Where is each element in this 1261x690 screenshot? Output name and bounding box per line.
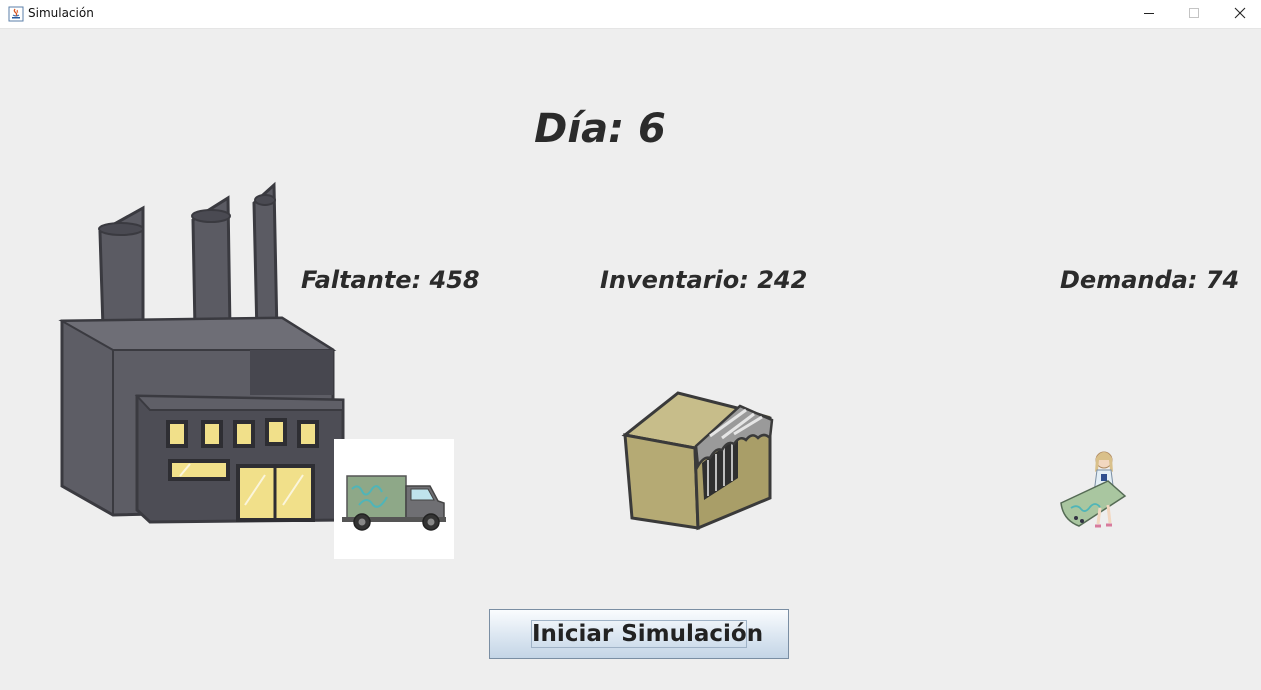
inventario-label: Inventario: 242: [600, 266, 808, 294]
factory-image: [58, 181, 345, 524]
start-simulation-button[interactable]: Iniciar Simulación: [489, 609, 789, 659]
maximize-icon: [1189, 8, 1199, 18]
maximize-button[interactable]: [1171, 0, 1217, 28]
minimize-icon: [1144, 13, 1154, 14]
close-icon: [1234, 7, 1246, 19]
java-app-icon: [8, 6, 24, 22]
truck-image: [342, 475, 446, 531]
start-simulation-label: Iniciar Simulación: [531, 620, 764, 648]
day-label: Día: 6: [534, 106, 666, 152]
store-image: [621, 391, 774, 531]
customer-image: [1060, 451, 1127, 528]
window-title: Simulación: [28, 6, 94, 20]
close-button[interactable]: [1217, 0, 1261, 28]
minimize-button[interactable]: [1126, 0, 1172, 28]
simulation-window: Simulación Día: 6 Faltante: 458 Inventar…: [0, 0, 1261, 690]
title-bar: Simulación: [0, 0, 1261, 29]
demanda-label: Demanda: 74: [1060, 266, 1240, 294]
truck-panel: [334, 439, 454, 559]
